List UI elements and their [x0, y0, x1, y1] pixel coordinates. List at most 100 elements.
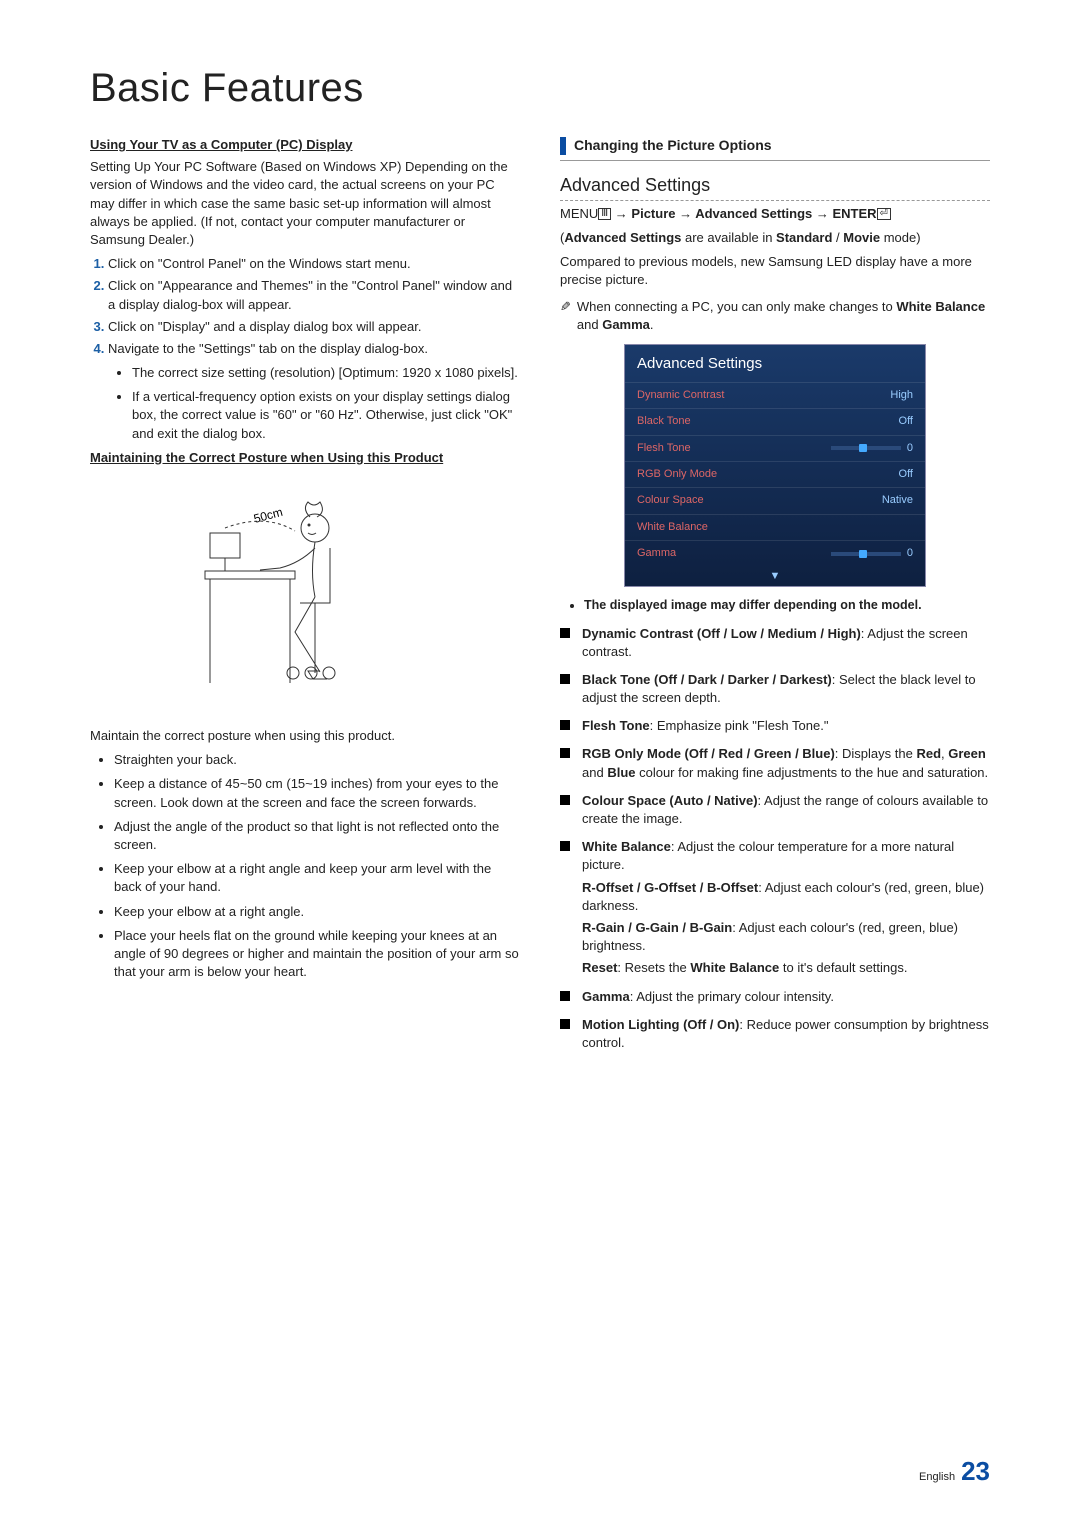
note-icon	[560, 298, 571, 334]
setting-item-name: RGB Only Mode (Off / Red / Green / Blue)	[582, 746, 835, 761]
menu-path: MENUⅢ → Picture → Advanced Settings → EN…	[560, 205, 990, 223]
setting-subpara: R-Offset / G-Offset / B-Offset: Adjust e…	[582, 879, 990, 915]
setting-item-desc: : Adjust the primary colour intensity.	[630, 989, 834, 1004]
posture-heading: Maintaining the Correct Posture when Usi…	[90, 449, 520, 467]
step-2: Click on "Appearance and Themes" in the …	[108, 277, 520, 313]
setting-item-name: Colour Space (Auto / Native)	[582, 793, 758, 808]
menu-down-arrow-icon: ▼	[625, 567, 925, 586]
posture-bullets: Straighten your back. Keep a distance of…	[90, 751, 520, 981]
section-bar-icon	[560, 137, 566, 155]
posture-b3: Adjust the angle of the product so that …	[114, 818, 520, 854]
posture-figure: 50cm	[185, 473, 425, 713]
setting-subpara-desc-part: White Balance	[690, 960, 779, 975]
setting-subpara-name: R-Gain / G-Gain / B-Gain	[582, 920, 732, 935]
menu-row: Colour Space Native	[625, 487, 925, 513]
setting-item: Gamma: Adjust the primary colour intensi…	[560, 988, 990, 1006]
posture-b5: Keep your elbow at a right angle.	[114, 903, 520, 921]
al-e: /	[832, 230, 843, 245]
setting-item-desc-part: Blue	[607, 765, 635, 780]
image-differ-note: The displayed image may differ depending…	[560, 597, 990, 615]
advanced-settings-list: Dynamic Contrast (Off / Low / Medium / H…	[560, 625, 990, 1053]
posture-50cm-label: 50cm	[252, 505, 284, 526]
posture-b6: Place your heels flat on the ground whil…	[114, 927, 520, 982]
menu-row-slider: 0	[831, 441, 913, 456]
nt2: and	[577, 317, 602, 332]
posture-b1: Straighten your back.	[114, 751, 520, 769]
step-4: Navigate to the "Settings" tab on the di…	[108, 340, 520, 443]
setting-item: White Balance: Adjust the colour tempera…	[560, 838, 990, 977]
setting-item: RGB Only Mode (Off / Red / Green / Blue)…	[560, 745, 990, 781]
step-3: Click on "Display" and a display dialog …	[108, 318, 520, 336]
step-1: Click on "Control Panel" on the Windows …	[108, 255, 520, 273]
menu-row-label: White Balance	[637, 520, 708, 535]
menu-icon: Ⅲ	[598, 208, 611, 220]
availability-line: (Advanced Settings are available in Stan…	[560, 229, 990, 247]
step-4-text: Navigate to the "Settings" tab on the di…	[108, 341, 428, 356]
setting-item-desc-part: colour for making fine adjustments to th…	[635, 765, 988, 780]
setting-item-name: Dynamic Contrast (Off / Low / Medium / H…	[582, 626, 861, 641]
setting-subpara: R-Gain / G-Gain / B-Gain: Adjust each co…	[582, 919, 990, 955]
setting-item: Dynamic Contrast (Off / Low / Medium / H…	[560, 625, 990, 661]
posture-b2: Keep a distance of 45~50 cm (15~19 inche…	[114, 775, 520, 811]
al-d: Standard	[776, 230, 832, 245]
setting-item-desc-part: : Displays the	[835, 746, 917, 761]
setting-subpara-desc-part: to it's default settings.	[779, 960, 907, 975]
menu-row: Dynamic Contrast High	[625, 382, 925, 408]
menu-row-label: RGB Only Mode	[637, 467, 717, 482]
posture-b4: Keep your elbow at a right angle and kee…	[114, 860, 520, 896]
precise-picture-para: Compared to previous models, new Samsung…	[560, 253, 990, 289]
menu-row-slider: 0	[831, 546, 913, 561]
nt3: .	[650, 317, 654, 332]
page-title: Basic Features	[90, 60, 990, 116]
setting-item-desc-part: Red	[916, 746, 941, 761]
menu-row-value: 0	[907, 546, 913, 561]
menu-row: Black Tone Off	[625, 408, 925, 434]
setting-subpara-name: R-Offset / G-Offset / B-Offset	[582, 880, 758, 895]
setting-item: Motion Lighting (Off / On): Reduce power…	[560, 1016, 990, 1052]
sub-4a: The correct size setting (resolution) [O…	[132, 364, 520, 382]
menu-row: Gamma 0	[625, 540, 925, 566]
menu-row-label: Black Tone	[637, 414, 691, 429]
setting-item-name: Black Tone (Off / Dark / Darker / Darkes…	[582, 672, 832, 687]
setting-subpara: Reset: Resets the White Balance to it's …	[582, 959, 990, 977]
menu-row-value: Off	[899, 414, 913, 429]
pc-note: When connecting a PC, you can only make …	[560, 298, 990, 334]
menu-row-value: Native	[882, 493, 913, 508]
menu-header: Advanced Settings	[625, 345, 925, 382]
sub-4b: If a vertical-frequency option exists on…	[132, 388, 520, 443]
setting-item-desc: : Emphasize pink "Flesh Tone."	[650, 718, 829, 733]
menu-row-label: Flesh Tone	[637, 441, 691, 456]
menu-row-label: Gamma	[637, 546, 676, 561]
menu-row-value: 0	[907, 441, 913, 456]
section-bar: Changing the Picture Options	[560, 136, 990, 161]
section-bar-label: Changing the Picture Options	[574, 136, 772, 156]
menu-row: Flesh Tone 0	[625, 435, 925, 461]
setting-item-name: White Balance	[582, 839, 671, 854]
page-footer: English 23	[919, 1453, 990, 1489]
footer-page-number: 23	[961, 1453, 990, 1489]
pc-display-heading: Using Your TV as a Computer (PC) Display	[90, 136, 520, 154]
posture-intro: Maintain the correct posture when using …	[90, 727, 520, 745]
menu-row-label: Colour Space	[637, 493, 704, 508]
al-c: are available in	[681, 230, 776, 245]
setting-item: Flesh Tone: Emphasize pink "Flesh Tone."	[560, 717, 990, 735]
setting-item-desc-part: Green	[948, 746, 986, 761]
slider-icon	[831, 552, 901, 556]
menu-path-text: → Picture → Advanced Settings → ENTER	[611, 206, 876, 221]
left-column: Using Your TV as a Computer (PC) Display…	[90, 136, 520, 1062]
menu-row: RGB Only Mode Off	[625, 461, 925, 487]
footer-language: English	[919, 1470, 955, 1485]
menu-row-label: Dynamic Contrast	[637, 388, 724, 403]
setting-item-desc-part: and	[582, 765, 607, 780]
enter-icon: ⏎	[877, 208, 891, 220]
image-differ-text: The displayed image may differ depending…	[584, 597, 990, 615]
menu-row-value: Off	[899, 467, 913, 482]
menu-row-value: High	[890, 388, 913, 403]
menu-path-prefix: MENU	[560, 206, 598, 221]
nb1: White Balance	[896, 299, 985, 314]
setting-item-name: Motion Lighting (Off / On)	[582, 1017, 739, 1032]
pc-setup-steps: Click on "Control Panel" on the Windows …	[90, 255, 520, 443]
slider-icon	[831, 446, 901, 450]
al-b: Advanced Settings	[564, 230, 681, 245]
nb2: Gamma	[602, 317, 650, 332]
